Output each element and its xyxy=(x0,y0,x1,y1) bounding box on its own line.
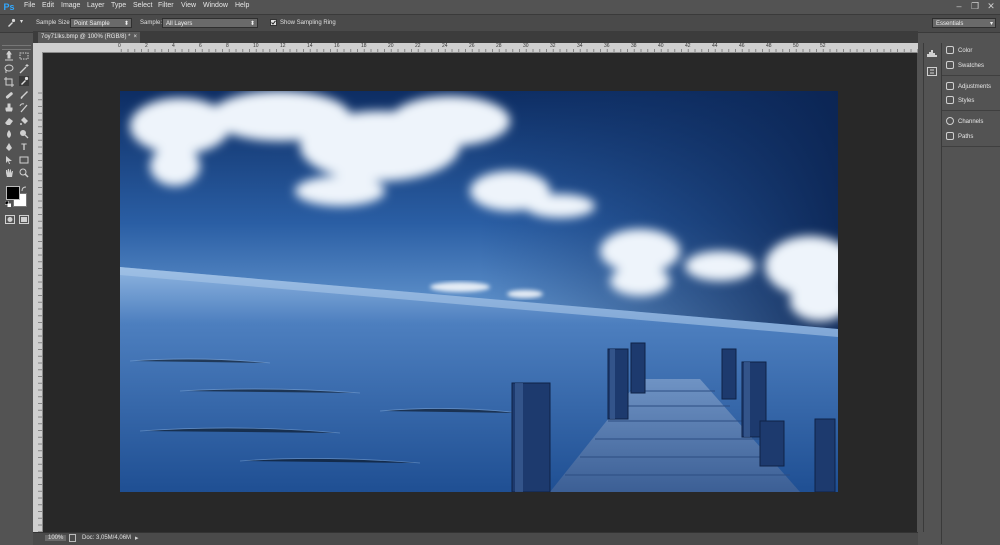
rectangle-tool-icon[interactable] xyxy=(19,155,29,165)
workspace-select[interactable]: Essentials ▾ xyxy=(932,18,996,28)
menu-select[interactable]: Select xyxy=(133,2,152,9)
menu-filter[interactable]: Filter xyxy=(158,2,174,9)
lasso-tool-icon[interactable] xyxy=(4,64,14,74)
marquee-tool-icon[interactable] xyxy=(19,51,29,61)
toolbar-grip[interactable] xyxy=(2,45,31,50)
foreground-color-swatch[interactable] xyxy=(6,186,20,200)
photoshop-logo: Ps xyxy=(3,2,15,12)
styles-icon xyxy=(946,96,954,105)
vertical-ruler[interactable] xyxy=(33,52,43,532)
eyedropper-tool-preset-icon[interactable] xyxy=(6,18,16,28)
document-tab-bar xyxy=(33,31,918,43)
panel-styles[interactable]: Styles xyxy=(946,95,974,107)
sample-size-label: Sample Size: xyxy=(36,20,72,26)
pen-tool-icon[interactable] xyxy=(4,142,14,152)
paths-icon xyxy=(946,132,954,141)
chevron-down-icon: ▾ xyxy=(989,21,993,27)
default-colors-icon[interactable] xyxy=(5,201,11,207)
blur-tool-icon[interactable] xyxy=(4,129,14,139)
menu-bar: Ps File Edit Image Layer Type Select Fil… xyxy=(0,0,1000,14)
menu-layer[interactable]: Layer xyxy=(87,2,105,9)
close-tab-icon[interactable]: × xyxy=(133,32,137,43)
zoom-level[interactable]: 100% xyxy=(45,535,67,541)
panel-label: Paths xyxy=(958,134,974,140)
document-size-info: Doc: 3,05M/4,06M xyxy=(82,535,132,541)
sample-select[interactable]: All Layers ⬍ xyxy=(162,18,258,28)
dodge-tool-icon[interactable] xyxy=(19,129,29,139)
screen-mode-icon[interactable] xyxy=(19,215,29,224)
menu-window[interactable]: Window xyxy=(203,2,228,9)
menu-edit[interactable]: Edit xyxy=(42,2,54,9)
restore-button[interactable]: ❐ xyxy=(968,1,982,12)
close-window-button[interactable]: ✕ xyxy=(984,1,998,12)
sample-size-value: Point Sample xyxy=(74,21,110,27)
collapsed-panel-strip xyxy=(923,43,940,532)
panel-channels[interactable]: Channels xyxy=(946,116,983,128)
tools-panel: T xyxy=(0,43,34,532)
panel-label: Styles xyxy=(958,98,975,104)
swap-colors-icon[interactable] xyxy=(21,186,27,192)
panel-divider xyxy=(942,75,1000,76)
panel-label: Color xyxy=(958,48,973,54)
panel-label: Adjustments xyxy=(958,84,992,90)
preset-caret-icon[interactable]: ▾ xyxy=(20,18,23,25)
menu-image[interactable]: Image xyxy=(61,2,80,9)
document-info-icon[interactable] xyxy=(69,534,76,542)
show-sampling-ring-checkbox[interactable] xyxy=(270,19,277,26)
sample-value: All Layers xyxy=(166,21,193,27)
crop-tool-icon[interactable] xyxy=(4,77,14,87)
zoom-tool-icon[interactable] xyxy=(19,168,29,178)
panel-adjustments[interactable]: Adjustments xyxy=(946,81,991,93)
status-menu-arrow-icon[interactable]: ▸ xyxy=(135,534,139,542)
panel-swatches[interactable]: Swatches xyxy=(946,60,984,72)
menu-type[interactable]: Type xyxy=(111,2,126,9)
chevron-down-icon: ⬍ xyxy=(123,21,129,27)
ruler-ticks xyxy=(117,48,918,52)
document-tab-title: 7oy71lks.bmp @ 100% (RGB/8) * xyxy=(41,34,131,40)
channels-icon xyxy=(946,117,954,126)
sample-label: Sample: xyxy=(140,20,163,26)
horizontal-ruler[interactable]: 0 2 4 6 8 10 12 14 16 18 20 22 24 26 28 … xyxy=(33,43,918,53)
brush-tool-icon[interactable] xyxy=(19,90,29,100)
eyedropper-tool-icon[interactable] xyxy=(19,76,29,86)
healing-brush-tool-icon[interactable] xyxy=(4,90,14,100)
panel-dock: Color Swatches Adjustments Styles Channe… xyxy=(941,43,1000,544)
paint-bucket-tool-icon[interactable] xyxy=(19,116,29,126)
histogram-icon[interactable] xyxy=(927,49,937,57)
minimize-button[interactable]: – xyxy=(952,1,966,12)
panel-divider xyxy=(942,146,1000,147)
chevron-down-icon: ⬍ xyxy=(249,21,255,27)
adjustments-icon xyxy=(946,82,954,91)
hand-tool-icon[interactable] xyxy=(4,168,14,178)
info-panel-icon[interactable] xyxy=(927,67,937,76)
eraser-tool-icon[interactable] xyxy=(4,116,14,126)
status-bar: 100% Doc: 3,05M/4,06M ▸ xyxy=(33,532,918,545)
panel-label: Swatches xyxy=(958,63,985,69)
menu-file[interactable]: File xyxy=(24,2,35,9)
quick-mask-icon[interactable] xyxy=(5,215,15,224)
magic-wand-tool-icon[interactable] xyxy=(19,64,29,74)
type-tool-icon[interactable]: T xyxy=(19,142,29,152)
panel-color[interactable]: Color xyxy=(946,45,972,57)
menu-help[interactable]: Help xyxy=(235,2,249,9)
color-icon xyxy=(946,46,954,55)
panel-label: Channels xyxy=(958,119,984,125)
document-image[interactable] xyxy=(120,91,838,492)
clone-stamp-tool-icon[interactable] xyxy=(4,103,14,113)
document-tab[interactable]: 7oy71lks.bmp @ 100% (RGB/8) * × xyxy=(38,32,140,43)
sample-size-select[interactable]: Point Sample ⬍ xyxy=(70,18,132,28)
history-brush-tool-icon[interactable] xyxy=(19,103,29,113)
panel-divider xyxy=(942,110,1000,111)
workspace-value: Essentials xyxy=(936,21,964,27)
show-sampling-ring-label: Show Sampling Ring xyxy=(280,20,336,26)
move-tool-icon[interactable] xyxy=(4,51,14,61)
checkmark-icon xyxy=(271,20,276,25)
vertical-ruler-ticks xyxy=(33,90,42,532)
menu-view[interactable]: View xyxy=(181,2,196,9)
swatches-icon xyxy=(946,61,954,70)
panel-paths[interactable]: Paths xyxy=(946,131,973,143)
path-selection-tool-icon[interactable] xyxy=(4,155,14,165)
